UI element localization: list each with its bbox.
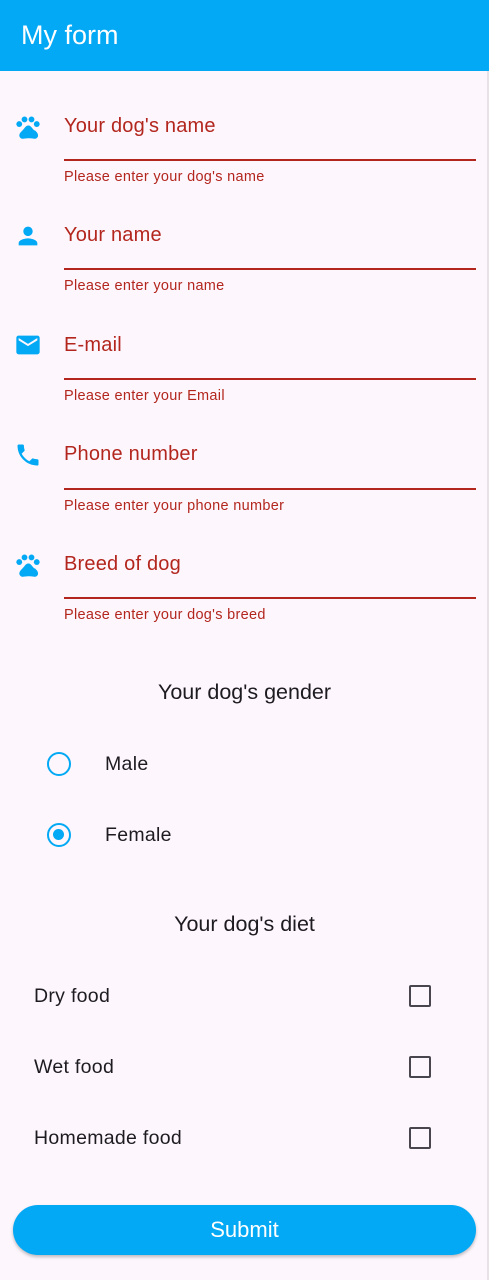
wet-food-checkbox[interactable] <box>409 1056 431 1078</box>
dog-name-field[interactable]: Your dog's name Please enter your dog's … <box>0 113 489 213</box>
homemade-food-checkbox[interactable] <box>409 1127 431 1149</box>
phone-error: Please enter your phone number <box>64 498 285 514</box>
dog-name-underline <box>64 159 476 161</box>
owner-name-error: Please enter your name <box>64 278 225 294</box>
phone-underline <box>64 488 476 490</box>
diet-option-dry[interactable]: Dry food <box>0 983 489 1043</box>
diet-option-wet[interactable]: Wet food <box>0 1054 489 1114</box>
female-radio[interactable] <box>47 823 71 847</box>
email-field[interactable]: E-mail Please enter your Email <box>0 332 489 432</box>
submit-button[interactable]: Submit <box>13 1205 476 1255</box>
owner-name-label: Your name <box>64 224 162 246</box>
wet-food-label: Wet food <box>34 1056 115 1078</box>
email-underline <box>64 378 476 380</box>
person-icon <box>14 222 42 250</box>
female-label: Female <box>105 824 172 846</box>
homemade-food-label: Homemade food <box>34 1127 183 1149</box>
male-radio[interactable] <box>47 752 71 776</box>
app-title: My form <box>21 20 119 50</box>
dog-name-label: Your dog's name <box>64 115 216 137</box>
dry-food-label: Dry food <box>34 985 111 1007</box>
app-bar: My form <box>0 0 489 71</box>
paw-icon <box>14 551 42 579</box>
diet-option-homemade[interactable]: Homemade food <box>0 1125 489 1185</box>
email-error: Please enter your Email <box>64 388 225 404</box>
phone-field[interactable]: Phone number Please enter your phone num… <box>0 441 489 541</box>
dry-food-checkbox[interactable] <box>409 985 431 1007</box>
email-label: E-mail <box>64 334 122 356</box>
gender-option-female[interactable]: Female <box>0 823 489 883</box>
dog-name-error: Please enter your dog's name <box>64 169 265 185</box>
gender-option-male[interactable]: Male <box>0 752 489 812</box>
breed-underline <box>64 597 476 599</box>
breed-error: Please enter your dog's breed <box>64 607 266 623</box>
phone-label: Phone number <box>64 443 198 465</box>
male-label: Male <box>105 753 149 775</box>
gender-section-title: Your dog's gender <box>157 680 332 704</box>
breed-field[interactable]: Breed of dog Please enter your dog's bre… <box>0 551 489 651</box>
diet-section-title: Your dog's diet <box>174 912 315 936</box>
email-icon <box>14 331 42 359</box>
paw-icon <box>14 113 42 141</box>
radio-selected-dot <box>53 829 64 840</box>
owner-name-underline <box>64 268 476 270</box>
owner-name-field[interactable]: Your name Please enter your name <box>0 222 489 322</box>
phone-icon <box>14 441 42 469</box>
breed-label: Breed of dog <box>64 553 181 575</box>
